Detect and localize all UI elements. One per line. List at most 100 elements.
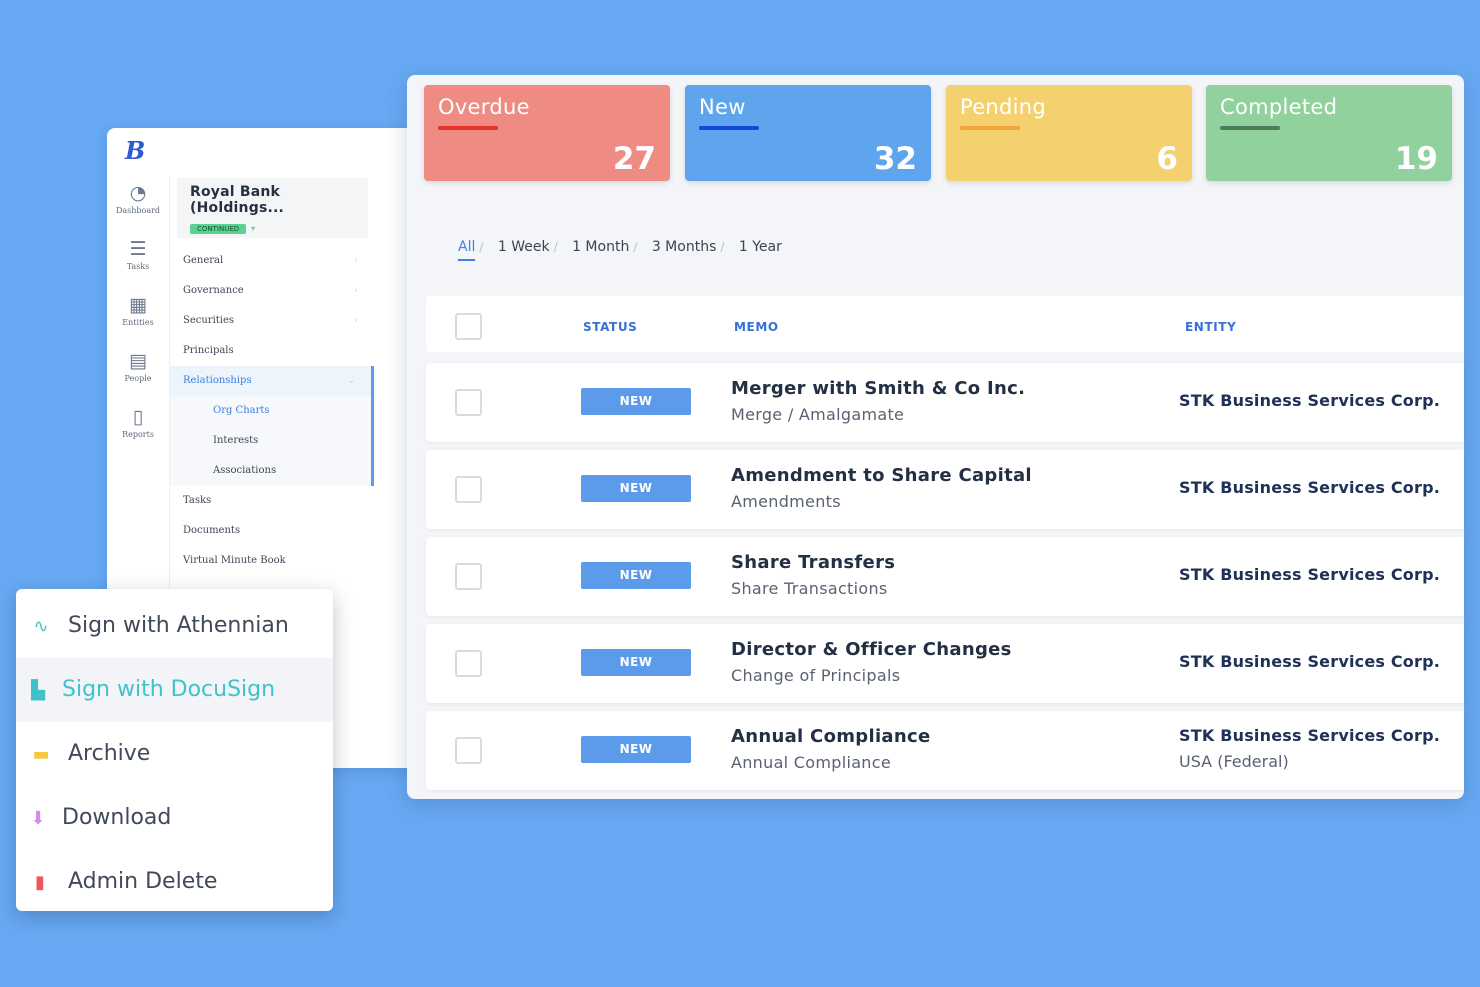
chevron-down-icon: ⌄ [347,376,355,386]
memo-title[interactable]: Director & Officer Changes [731,639,1012,660]
menu-item-download[interactable]: ⬇ Download [16,786,333,850]
stat-accent-bar [960,126,1020,130]
stat-card-new[interactable]: New 32 [685,85,931,181]
stat-card-pending[interactable]: Pending 6 [946,85,1192,181]
table-row[interactable]: NEW Amendment to Share Capital Amendment… [426,450,1464,529]
entity-name[interactable]: STK Business Services Corp. [1179,478,1440,497]
rail-item-reports[interactable]: ▯ Reports [107,406,169,458]
entity-name[interactable]: STK Business Services Corp. [1179,652,1440,671]
filter-1-year[interactable]: 1 Year [739,239,782,259]
status-badge: NEW [581,736,691,763]
row-checkbox[interactable] [455,476,482,503]
archive-icon: ▬ [32,744,50,765]
menu-item-interests[interactable]: Interests [170,426,374,456]
chevron-down-icon[interactable]: ▾ [251,224,255,233]
entity-name: Royal Bank (Holdings... [190,184,285,216]
rail-label: Reports [122,430,154,439]
menu-item-documents[interactable]: Documents [170,516,374,546]
column-header-memo[interactable]: MEMO [734,320,779,334]
rail-item-dashboard[interactable]: ◔ Dashboard [107,182,169,234]
memo-subtitle: Share Transactions [731,579,888,598]
memo-title[interactable]: Merger with Smith & Co Inc. [731,378,1025,399]
rail-label: Entities [122,318,154,327]
stat-value: 6 [1156,141,1178,177]
row-checkbox[interactable] [455,737,482,764]
menu-item-virtual-minute-book[interactable]: Virtual Minute Book [170,546,374,576]
table-row[interactable]: NEW Annual Compliance Annual Compliance … [426,711,1464,790]
dashboard-icon: ◔ [129,182,147,204]
entity-card[interactable]: Royal Bank (Holdings... CONTINUED ▾ [177,178,368,238]
menu-item-sign-athennian[interactable]: ∿ Sign with Athennian [16,594,333,658]
row-checkbox[interactable] [455,650,482,677]
stat-accent-bar [1220,126,1280,130]
entity-name[interactable]: STK Business Services Corp. [1179,565,1440,584]
memo-title[interactable]: Amendment to Share Capital [731,465,1032,486]
memo-subtitle: Amendments [731,492,841,511]
menu-item-associations[interactable]: Associations [170,456,374,486]
table-header: STATUS MEMO ENTITY [426,296,1464,352]
rail-label: Dashboard [115,206,161,215]
entity-name[interactable]: STK Business Services Corp. [1179,726,1440,745]
status-badge: NEW [581,562,691,589]
menu-item-securities[interactable]: Securities ‹ [170,306,374,336]
reports-icon: ▯ [132,406,144,428]
stat-card-completed[interactable]: Completed 19 [1206,85,1452,181]
status-badge: NEW [581,388,691,415]
table-row[interactable]: NEW Share Transfers Share Transactions S… [426,537,1464,616]
menu-item-principals[interactable]: Principals [170,336,374,366]
menu-item-label: Associations [213,465,277,476]
menu-item-label: Sign with Athennian [68,613,289,638]
app-logo[interactable]: B [125,136,145,165]
stat-value: 32 [873,141,917,177]
column-header-status[interactable]: STATUS [583,320,637,334]
stat-card-overdue[interactable]: Overdue 27 [424,85,670,181]
stat-label: Pending [960,95,1047,119]
column-header-entity[interactable]: ENTITY [1185,320,1236,334]
menu-item-label: Interests [213,435,259,446]
memo-title[interactable]: Share Transfers [731,552,895,573]
menu-item-admin-delete[interactable]: ▮ Admin Delete [16,850,333,911]
rail-item-tasks[interactable]: ☰ Tasks [107,238,169,290]
menu-item-tasks[interactable]: Tasks [170,486,374,516]
rail-label: People [124,374,152,383]
row-checkbox[interactable] [455,389,482,416]
filter-3-months[interactable]: 3 Months [652,239,717,259]
entities-icon: ▦ [129,294,147,316]
memo-dashboard-window: Overdue 27 New 32 Pending 6 Completed 19… [407,75,1464,799]
rail-item-entities[interactable]: ▦ Entities [107,294,169,346]
row-checkbox[interactable] [455,563,482,590]
time-filter-tabs: All/ 1 Week/ 1 Month/ 3 Months/ 1 Year [458,239,786,261]
stat-label: Completed [1220,95,1338,119]
chevron-left-icon: ‹ [354,286,358,296]
menu-item-governance[interactable]: Governance ‹ [170,276,374,306]
filter-separator: / [633,240,638,254]
status-badge: NEW [581,649,691,676]
table-row[interactable]: NEW Merger with Smith & Co Inc. Merge / … [426,363,1464,442]
memo-subtitle: Merge / Amalgamate [731,405,905,424]
stat-label: New [699,95,746,119]
trash-icon: ▮ [35,872,45,893]
stat-value: 27 [612,141,656,177]
menu-item-sign-docusign[interactable]: ▙ Sign with DocuSign [16,658,333,722]
filter-separator: / [720,240,725,254]
entity-name[interactable]: STK Business Services Corp. [1179,391,1440,410]
table-row[interactable]: NEW Director & Officer Changes Change of… [426,624,1464,703]
menu-item-relationships[interactable]: Relationships ⌄ [170,366,374,396]
select-all-checkbox[interactable] [455,313,482,340]
app-stage: B ◔ Dashboard ☰ Tasks ▦ Entities ▤ Peopl… [0,0,1480,987]
menu-item-general[interactable]: General ‹ [170,246,374,276]
signature-icon: ∿ [33,616,49,637]
filter-all[interactable]: All [458,239,476,261]
memo-title[interactable]: Annual Compliance [731,726,930,747]
menu-item-org-charts[interactable]: Org Charts [170,396,374,426]
filter-separator: / [553,240,558,254]
entity-status-badge[interactable]: CONTINUED [190,224,247,234]
menu-item-archive[interactable]: ▬ Archive [16,722,333,786]
filter-1-month[interactable]: 1 Month [572,239,629,259]
document-actions-menu: ∿ Sign with Athennian ▙ Sign with DocuSi… [16,589,333,911]
rail-item-people[interactable]: ▤ People [107,350,169,402]
docusign-icon: ▙ [31,680,45,701]
stat-value: 19 [1394,141,1438,177]
filter-1-week[interactable]: 1 Week [498,239,550,259]
memo-subtitle: Change of Principals [731,666,901,685]
